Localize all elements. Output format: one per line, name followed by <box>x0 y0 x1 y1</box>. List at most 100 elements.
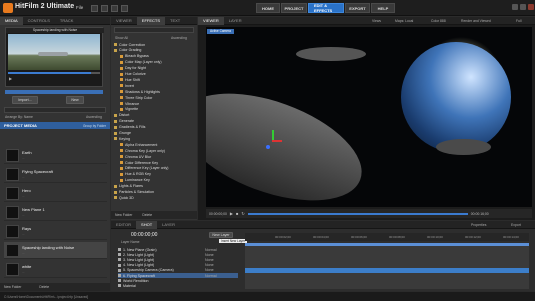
preview-play-icon[interactable]: ▶ <box>9 76 12 81</box>
tab-controls[interactable]: CONTROLS <box>23 17 55 25</box>
active-camera-label[interactable]: Active Camera <box>207 29 234 34</box>
visibility-icon[interactable] <box>118 263 121 267</box>
zoom-select[interactable]: Full <box>516 19 521 23</box>
effect-item[interactable]: Hue Colorize <box>114 72 194 77</box>
gizmo-x-axis[interactable] <box>272 140 282 142</box>
timeline-layer-row[interactable]: Material <box>118 283 238 288</box>
color-select[interactable]: Color 888 <box>431 19 446 23</box>
track-clip[interactable] <box>245 268 529 273</box>
minimize-icon[interactable] <box>512 4 518 10</box>
nav-project[interactable]: PROJECT <box>281 3 307 13</box>
effect-item[interactable]: Chroma UV Blur <box>114 154 194 159</box>
import-button[interactable]: Import... <box>12 96 38 104</box>
new-folder-button[interactable]: New Folder <box>4 285 21 289</box>
media-item[interactable]: Spaceship landing with Noise... <box>4 242 107 259</box>
tab-viewer-left[interactable]: VIEWER <box>111 17 137 25</box>
render-select[interactable]: Render and Viewed <box>461 19 491 23</box>
visibility-icon[interactable] <box>118 268 121 272</box>
preview-scrubber[interactable] <box>8 72 100 74</box>
effect-item[interactable]: Color Difference Key <box>114 160 194 165</box>
effect-item[interactable]: Vignette <box>114 107 194 112</box>
stop-icon[interactable]: ■ <box>236 211 238 216</box>
new-button[interactable]: New <box>66 96 84 104</box>
new-layer-button[interactable]: New Layer <box>209 232 233 238</box>
tab-text[interactable]: TEXT <box>165 17 185 25</box>
gizmo-handle[interactable] <box>266 145 270 149</box>
effects-order-select[interactable]: Ascending <box>171 36 187 40</box>
visibility-icon[interactable] <box>118 274 121 277</box>
effect-item[interactable]: Color Map (Layer only) <box>114 60 194 65</box>
layer-blend-mode[interactable]: None <box>205 268 214 272</box>
layer-blend-mode[interactable]: None <box>205 253 214 257</box>
effect-item[interactable]: Invert <box>114 83 194 88</box>
save-icon[interactable] <box>111 5 118 12</box>
visibility-icon[interactable] <box>118 248 121 251</box>
visibility-icon[interactable] <box>118 279 121 283</box>
effects-new-folder-button[interactable]: New Folder <box>115 213 132 217</box>
media-item[interactable]: New Plane 1... <box>4 204 107 221</box>
effects-folder[interactable]: Keying <box>114 136 194 141</box>
effect-item[interactable]: Shadows & Highlights <box>114 89 194 94</box>
layer-blend-mode[interactable]: None <box>205 258 214 262</box>
tab-timeline-layer[interactable]: LAYER <box>157 221 180 229</box>
settings-icon[interactable] <box>121 5 128 12</box>
gizmo-y-axis[interactable] <box>272 130 274 140</box>
layer-blend-mode[interactable]: Normal <box>205 248 217 252</box>
effects-delete-button[interactable]: Delete <box>142 213 152 217</box>
timeline-ruler[interactable]: 00:00:02;00 00:00:04;00 00:00:06;00 00:00:0… <box>245 233 529 241</box>
file-menu[interactable]: File <box>76 5 83 10</box>
nav-home[interactable]: HOME <box>256 3 280 13</box>
loop-icon[interactable]: ↻ <box>241 211 244 216</box>
maps-select[interactable]: Maps: Local <box>395 19 413 23</box>
effect-item[interactable]: Day for Night <box>114 66 194 71</box>
tab-shot[interactable]: SHOT <box>136 220 158 229</box>
media-item[interactable]: Hero... <box>4 185 107 202</box>
visibility-icon[interactable] <box>118 253 121 257</box>
tab-effects[interactable]: EFFECTS <box>136 16 166 25</box>
delete-button[interactable]: Delete <box>39 285 49 289</box>
viewer-canvas[interactable] <box>206 27 532 207</box>
effects-folder[interactable]: Particles & Simulation <box>114 190 194 195</box>
effect-item[interactable]: Difference Key (Layer only) <box>114 166 194 171</box>
layer-blend-mode[interactable]: None <box>205 263 214 267</box>
effect-item[interactable]: Hue & RGB Key <box>114 172 194 177</box>
undo-icon[interactable] <box>91 5 98 12</box>
effects-folder[interactable]: Color Grading <box>114 48 194 53</box>
arrange-by-select[interactable]: Arrange By: Name <box>5 115 33 119</box>
close-icon[interactable] <box>528 4 534 10</box>
media-item[interactable]: Rays... <box>4 223 107 240</box>
effects-folder[interactable]: Generate <box>114 119 194 124</box>
effects-folder[interactable]: Distort <box>114 113 194 118</box>
show-all-select[interactable]: Show All <box>115 36 128 40</box>
effect-item[interactable]: Luminance Key <box>114 178 194 183</box>
nav-help[interactable]: HELP <box>371 3 395 13</box>
timeline-tracks[interactable] <box>245 243 529 289</box>
layer-blend-mode[interactable]: Normal <box>205 274 217 278</box>
visibility-icon[interactable] <box>118 284 121 288</box>
media-search-input[interactable] <box>4 107 106 113</box>
work-area-bar[interactable] <box>245 243 529 246</box>
effects-folder[interactable]: Quick 3D <box>114 195 194 200</box>
tab-track[interactable]: TRACK <box>55 17 79 25</box>
effects-folder[interactable]: Grunge <box>114 131 194 136</box>
effect-item[interactable]: Bleach Bypass <box>114 54 194 59</box>
viewer-scrubber[interactable] <box>247 212 468 215</box>
properties-button[interactable]: Properties <box>471 223 486 227</box>
export-button[interactable]: Export <box>511 223 521 227</box>
effect-item[interactable]: Alpha Enhancement <box>114 142 194 147</box>
nav-export[interactable]: EXPORT <box>345 3 370 13</box>
effect-item[interactable]: Three Strip Color <box>114 95 194 100</box>
effect-item[interactable]: Hue Shift <box>114 77 194 82</box>
media-item[interactable]: white... <box>4 261 107 278</box>
tab-layer[interactable]: LAYER <box>224 17 247 25</box>
order-select[interactable]: Ascending <box>86 115 102 119</box>
views-select[interactable]: Views <box>372 19 381 23</box>
group-by-folder[interactable]: Group by Folder <box>83 124 106 128</box>
media-item[interactable]: Flying Spacecraft... <box>4 166 107 183</box>
effects-folder[interactable]: Color Correction <box>114 42 194 47</box>
tab-editor[interactable]: EDITOR <box>111 221 136 229</box>
visibility-icon[interactable] <box>118 258 121 262</box>
effect-item[interactable]: Vibrance <box>114 101 194 106</box>
play-icon[interactable]: ▶ <box>230 211 233 216</box>
effects-search-input[interactable] <box>114 27 194 33</box>
